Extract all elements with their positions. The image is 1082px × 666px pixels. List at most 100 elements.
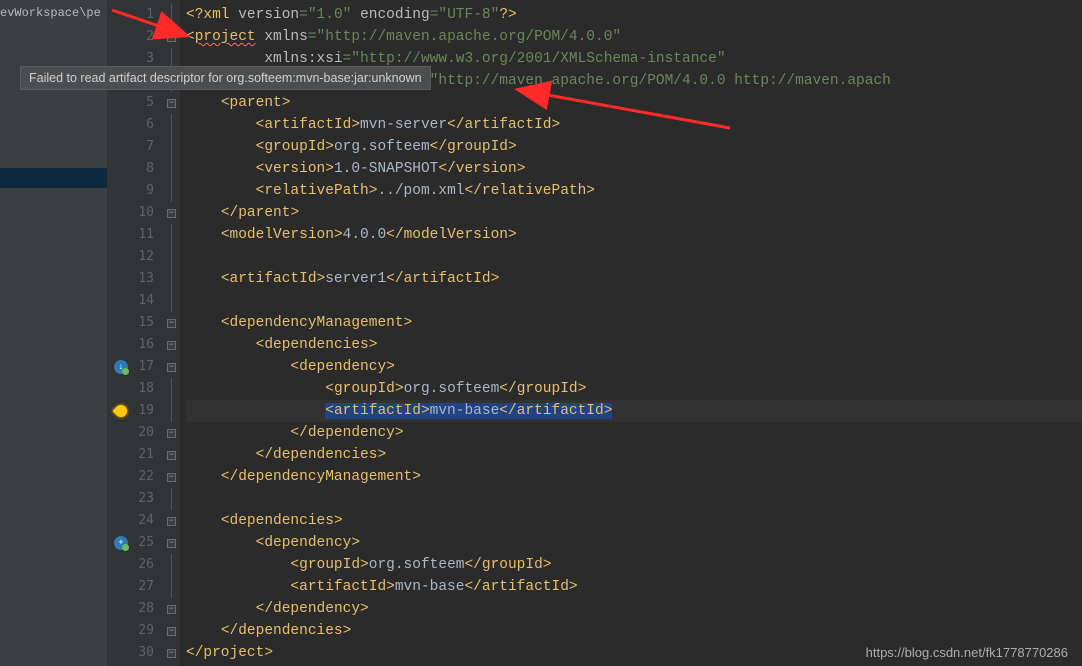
line-number: 27 — [138, 576, 154, 598]
code-line[interactable]: </dependencies> — [186, 444, 1082, 466]
line-number: 11 — [138, 224, 154, 246]
code-line[interactable]: <modelVersion>4.0.0</modelVersion> — [186, 224, 1082, 246]
gutter-empty — [112, 26, 130, 48]
code-line[interactable]: <groupId>org.softeem</groupId> — [186, 554, 1082, 576]
line-number: 21 — [138, 444, 154, 466]
code-line[interactable]: <dependency> — [186, 532, 1082, 554]
fold-marker[interactable] — [165, 158, 178, 180]
code-line[interactable]: <dependency> — [186, 356, 1082, 378]
line-number: 12 — [138, 246, 154, 268]
fold-marker[interactable]: − — [165, 202, 178, 224]
fold-marker[interactable] — [165, 554, 178, 576]
fold-marker[interactable]: − — [165, 422, 178, 444]
gutter-empty — [112, 620, 130, 642]
fold-marker[interactable]: − — [165, 92, 178, 114]
code-line[interactable]: <relativePath>../pom.xml</relativePath> — [186, 180, 1082, 202]
tree-selected-item[interactable] — [0, 168, 107, 188]
gutter-empty — [112, 202, 130, 224]
gutter-empty — [112, 334, 130, 356]
fold-column[interactable]: −−−−−−−−−−−−−− — [165, 4, 178, 664]
line-number: 23 — [138, 488, 154, 510]
code-line[interactable]: <dependencies> — [186, 334, 1082, 356]
intention-bulb-icon[interactable] — [112, 400, 130, 422]
gutter-empty — [112, 158, 130, 180]
code-line[interactable]: </dependency> — [186, 422, 1082, 444]
code-line[interactable]: <groupId>org.softeem</groupId> — [186, 378, 1082, 400]
fold-marker[interactable] — [165, 4, 178, 26]
code-line[interactable]: </dependencies> — [186, 620, 1082, 642]
fold-marker[interactable]: − — [165, 26, 178, 48]
code-line[interactable]: <artifactId>mvn-base</artifactId> — [186, 400, 1082, 422]
line-number: 2 — [138, 26, 154, 48]
fold-marker[interactable]: − — [165, 598, 178, 620]
code-editor[interactable]: <?xml version="1.0" encoding="UTF-8"?><p… — [180, 0, 1082, 666]
code-line[interactable]: </dependencyManagement> — [186, 466, 1082, 488]
fold-marker[interactable] — [165, 136, 178, 158]
code-line[interactable]: <artifactId>server1</artifactId> — [186, 268, 1082, 290]
code-line[interactable] — [186, 246, 1082, 268]
editor-gutter[interactable]: ↓+ 1234567891011121314151617181920212223… — [108, 0, 180, 666]
code-line[interactable]: <artifactId>mvn-base</artifactId> — [186, 576, 1082, 598]
fold-marker[interactable] — [165, 378, 178, 400]
code-line[interactable] — [186, 290, 1082, 312]
fold-marker[interactable] — [165, 268, 178, 290]
gutter-empty — [112, 642, 130, 664]
code-line[interactable] — [186, 488, 1082, 510]
maven-download-icon[interactable]: ↓ — [112, 356, 130, 378]
fold-marker[interactable] — [165, 576, 178, 598]
gutter-empty — [112, 268, 130, 290]
code-line[interactable]: <dependencyManagement> — [186, 312, 1082, 334]
gutter-empty — [112, 114, 130, 136]
code-line[interactable]: <version>1.0-SNAPSHOT</version> — [186, 158, 1082, 180]
code-line[interactable]: <groupId>org.softeem</groupId> — [186, 136, 1082, 158]
fold-marker[interactable]: − — [165, 356, 178, 378]
line-number: 30 — [138, 642, 154, 664]
gutter-empty — [112, 554, 130, 576]
gutter-empty — [112, 246, 130, 268]
line-number: 25 — [138, 532, 154, 554]
gutter-empty — [112, 224, 130, 246]
fold-marker[interactable] — [165, 488, 178, 510]
fold-marker[interactable] — [165, 180, 178, 202]
line-number: 8 — [138, 158, 154, 180]
project-path-label: evWorkspace\pe — [0, 6, 101, 20]
maven-add-icon[interactable]: + — [112, 532, 130, 554]
line-number: 9 — [138, 180, 154, 202]
fold-marker[interactable] — [165, 400, 178, 422]
gutter-icons-column: ↓+ — [112, 4, 130, 664]
code-line[interactable]: </parent> — [186, 202, 1082, 224]
fold-marker[interactable] — [165, 246, 178, 268]
editor-root: evWorkspace\pe ↓+ 1234567891011121314151… — [0, 0, 1082, 666]
fold-marker[interactable] — [165, 114, 178, 136]
gutter-empty — [112, 180, 130, 202]
fold-marker[interactable]: − — [165, 620, 178, 642]
line-number: 28 — [138, 598, 154, 620]
fold-marker[interactable]: − — [165, 510, 178, 532]
fold-marker[interactable]: − — [165, 444, 178, 466]
fold-marker[interactable]: − — [165, 532, 178, 554]
fold-marker[interactable] — [165, 224, 178, 246]
code-line[interactable]: </dependency> — [186, 598, 1082, 620]
code-line[interactable]: <parent> — [186, 92, 1082, 114]
fold-marker[interactable]: − — [165, 466, 178, 488]
line-number: 24 — [138, 510, 154, 532]
line-number: 1 — [138, 4, 154, 26]
line-number: 16 — [138, 334, 154, 356]
code-line[interactable]: <?xml version="1.0" encoding="UTF-8"?> — [186, 4, 1082, 26]
line-number: 13 — [138, 268, 154, 290]
line-number: 19 — [138, 400, 154, 422]
line-number: 7 — [138, 136, 154, 158]
line-number: 26 — [138, 554, 154, 576]
gutter-empty — [112, 466, 130, 488]
fold-marker[interactable]: − — [165, 312, 178, 334]
code-line[interactable]: <dependencies> — [186, 510, 1082, 532]
line-number: 18 — [138, 378, 154, 400]
line-number: 6 — [138, 114, 154, 136]
project-tree-panel[interactable]: evWorkspace\pe — [0, 0, 108, 666]
gutter-empty — [112, 510, 130, 532]
fold-marker[interactable] — [165, 290, 178, 312]
fold-marker[interactable]: − — [165, 334, 178, 356]
code-line[interactable]: <artifactId>mvn-server</artifactId> — [186, 114, 1082, 136]
code-line[interactable]: <project xmlns="http://maven.apache.org/… — [186, 26, 1082, 48]
fold-marker[interactable]: − — [165, 642, 178, 664]
